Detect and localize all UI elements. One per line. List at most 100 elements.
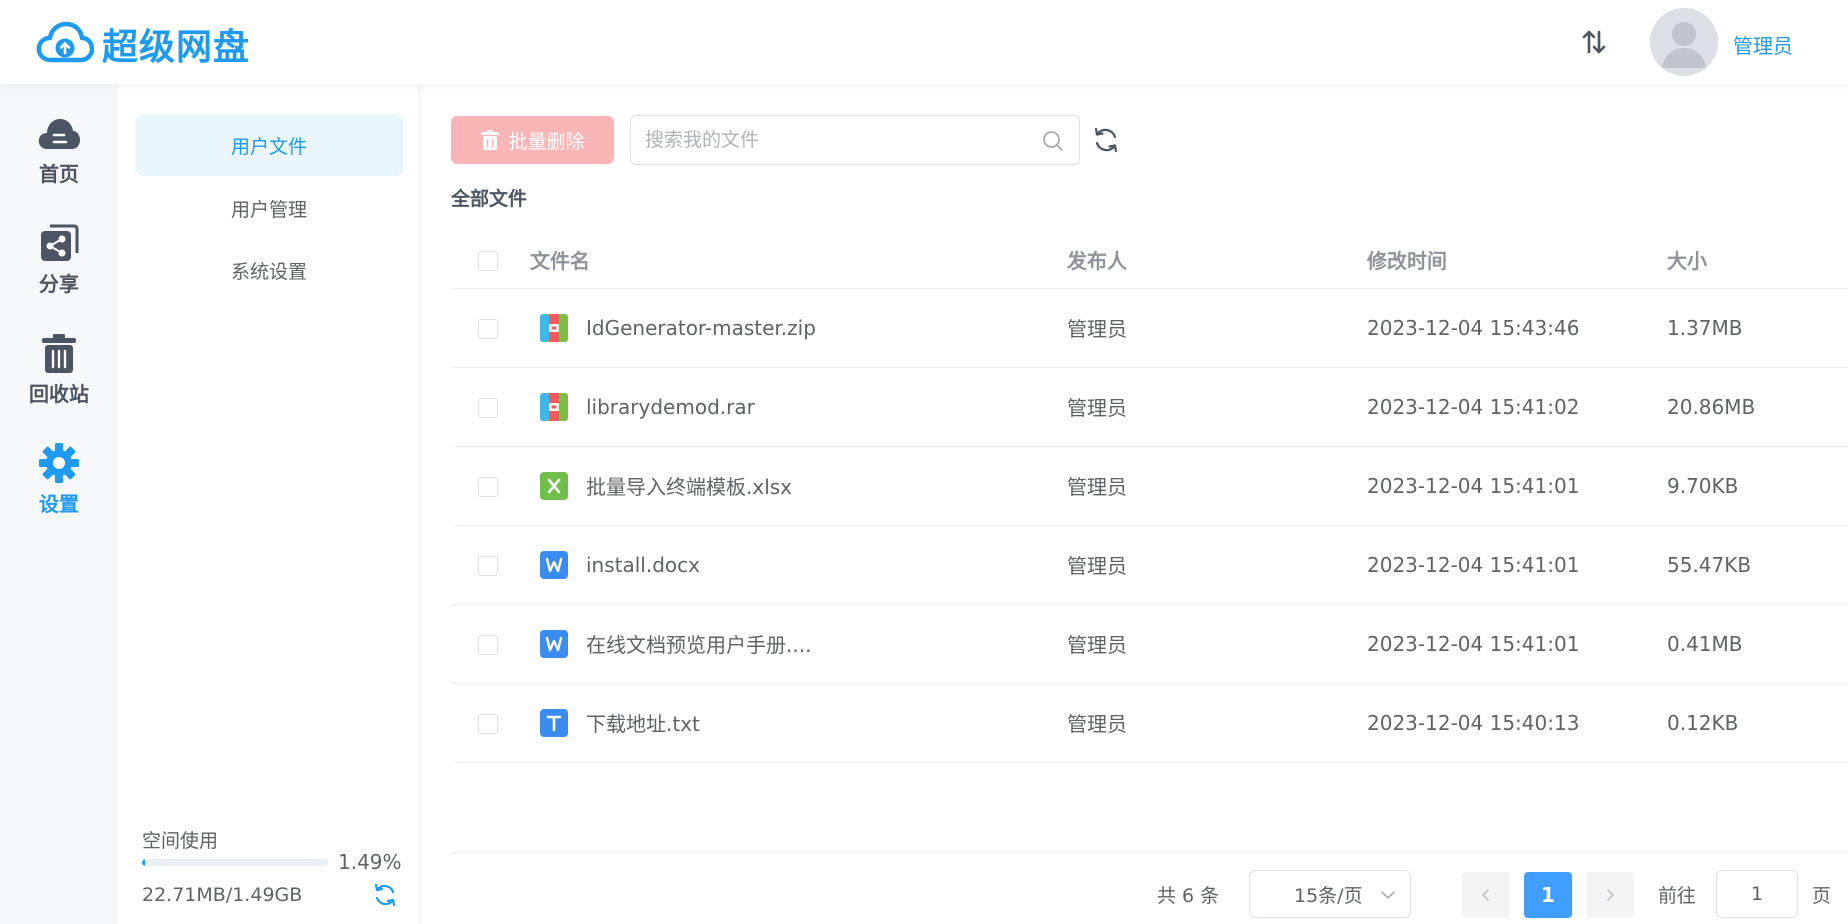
space-usage-bar	[142, 859, 328, 866]
table-row[interactable]: 批量导入终端模板.xlsx 管理员 2023-12-04 15:41:01 9.70K…	[451, 446, 1848, 526]
row-checkbox[interactable]	[478, 319, 498, 339]
rail-item-recycle-bin[interactable]: 回收站	[0, 330, 118, 426]
modified-cell: 2023-12-04 15:40:13	[1367, 683, 1667, 763]
refresh-icon[interactable]	[372, 882, 398, 908]
rail-label: 首页	[39, 162, 79, 186]
pagination: 共 6 条 15条/页 1 前往 页	[420, 870, 1848, 920]
user-name[interactable]: 管理员	[1733, 30, 1793, 59]
size-cell: 1.37MB	[1667, 288, 1848, 368]
select-cell	[451, 525, 530, 605]
modified-cell: 2023-12-04 15:41:01	[1367, 604, 1667, 684]
file-name: librarydemod.rar	[586, 394, 755, 419]
file-name: IdGenerator-master.zip	[586, 315, 816, 340]
goto-page-input[interactable]	[1716, 870, 1798, 918]
submenu-user-management[interactable]: 用户管理	[135, 177, 403, 239]
file-name-link[interactable]: 在线文档预览用户手册....	[530, 628, 1067, 660]
next-page-button[interactable]	[1586, 872, 1634, 918]
select-cell	[451, 367, 530, 447]
breadcrumb[interactable]: 全部文件	[451, 184, 527, 211]
file-name: 下载地址.txt	[586, 712, 700, 736]
name-cell: librarydemod.rar	[530, 367, 1067, 447]
file-name-link[interactable]: librarydemod.rar	[530, 391, 1067, 423]
search-box	[630, 115, 1080, 165]
file-table: 文件名 发布人 修改时间 大小 IdGenerator-master.zip 管理…	[451, 232, 1848, 763]
rail-item-share[interactable]: 分享	[0, 220, 118, 316]
select-all-checkbox[interactable]	[478, 251, 498, 272]
page-number-current[interactable]: 1	[1524, 872, 1572, 918]
rail-item-settings[interactable]: 设置	[0, 440, 118, 536]
page-size-value: 15条/页	[1294, 884, 1363, 907]
transfer-sort-button[interactable]	[1574, 22, 1614, 62]
name-cell: IdGenerator-master.zip	[530, 288, 1067, 368]
owner-cell: 管理员	[1067, 288, 1367, 368]
header-modified[interactable]: 修改时间	[1367, 232, 1667, 289]
row-checkbox[interactable]	[478, 556, 498, 576]
file-name: install.docx	[586, 552, 700, 577]
modified-cell: 2023-12-04 15:41:01	[1367, 525, 1667, 605]
owner-cell: 管理员	[1067, 446, 1367, 526]
owner-cell: 管理员	[1067, 683, 1367, 763]
batch-delete-button[interactable]: 批量删除	[451, 116, 614, 164]
row-checkbox[interactable]	[478, 398, 498, 418]
rail-item-home[interactable]: 首页	[0, 110, 118, 206]
space-usage-value: 22.71MB/1.49GB	[142, 884, 303, 906]
trash-icon	[481, 130, 500, 150]
pager-divider	[451, 852, 1848, 853]
owner-cell: 管理员	[1067, 525, 1367, 605]
archive-file-icon	[538, 312, 570, 344]
cloud-icon	[36, 110, 82, 156]
excel-file-icon	[538, 470, 570, 502]
submenu-user-files[interactable]: 用户文件	[135, 114, 403, 176]
name-cell: 下载地址.txt	[530, 683, 1067, 763]
sort-arrows-icon	[1582, 30, 1606, 54]
select-all-cell	[451, 232, 530, 289]
row-checkbox[interactable]	[478, 714, 498, 734]
chevron-down-icon	[1381, 891, 1395, 899]
search-icon[interactable]	[1041, 129, 1065, 153]
file-name-link[interactable]: install.docx	[530, 549, 1067, 581]
share-icon	[36, 220, 82, 266]
table-row[interactable]: IdGenerator-master.zip 管理员 2023-12-04 15:4…	[451, 288, 1848, 368]
select-cell	[451, 604, 530, 684]
text-file-icon	[538, 707, 570, 739]
file-name-link[interactable]: IdGenerator-master.zip	[530, 312, 1067, 344]
row-checkbox[interactable]	[478, 635, 498, 655]
search-input[interactable]	[645, 116, 1025, 164]
table-row[interactable]: install.docx 管理员 2023-12-04 15:41:01 55.47K…	[451, 525, 1848, 605]
file-name-link[interactable]: 下载地址.txt	[530, 707, 1067, 739]
table-row[interactable]: 在线文档预览用户手册.... 管理员 2023-12-04 15:41:01 0.41…	[451, 604, 1848, 684]
size-cell: 0.12KB	[1667, 683, 1848, 763]
goto-unit: 页	[1812, 885, 1832, 907]
table-row[interactable]: 下载地址.txt 管理员 2023-12-04 15:40:13 0.12KB	[451, 683, 1848, 763]
file-name: 在线文档预览用户手册....	[586, 633, 812, 657]
file-name-link[interactable]: 批量导入终端模板.xlsx	[530, 470, 1067, 502]
gear-icon	[36, 440, 82, 486]
name-cell: 在线文档预览用户手册....	[530, 604, 1067, 684]
header-size[interactable]: 大小	[1667, 232, 1848, 289]
avatar[interactable]	[1650, 8, 1718, 76]
name-cell: 批量导入终端模板.xlsx	[530, 446, 1067, 526]
header-owner[interactable]: 发布人	[1067, 232, 1367, 289]
select-cell	[451, 683, 530, 763]
cloud-upload-icon	[36, 21, 94, 63]
submenu-system-settings[interactable]: 系统设置	[135, 239, 403, 301]
app-logo[interactable]: 超级网盘	[36, 18, 250, 70]
table-row[interactable]: librarydemod.rar 管理员 2023-12-04 15:41:02 20…	[451, 367, 1848, 447]
page-size-select[interactable]: 15条/页	[1249, 870, 1411, 918]
word-file-icon	[538, 628, 570, 660]
chevron-right-icon	[1607, 889, 1614, 901]
space-usage-label: 空间使用	[142, 830, 219, 852]
prev-page-button[interactable]	[1462, 872, 1510, 918]
modified-cell: 2023-12-04 15:43:46	[1367, 288, 1667, 368]
select-cell	[451, 288, 530, 368]
total-count: 共 6 条	[1157, 885, 1220, 907]
refresh-icon[interactable]	[1092, 126, 1120, 154]
rail-label: 设置	[39, 492, 79, 516]
space-usage-fill	[142, 859, 145, 866]
owner-cell: 管理员	[1067, 604, 1367, 684]
modified-cell: 2023-12-04 15:41:01	[1367, 446, 1667, 526]
row-checkbox[interactable]	[478, 477, 498, 497]
header-name[interactable]: 文件名	[530, 232, 1067, 289]
app-title: 超级网盘	[102, 27, 251, 68]
main-content: 批量删除 全部文件 文件名 发布人 修改时间 大小 IdGenerator-ma…	[420, 84, 1848, 924]
